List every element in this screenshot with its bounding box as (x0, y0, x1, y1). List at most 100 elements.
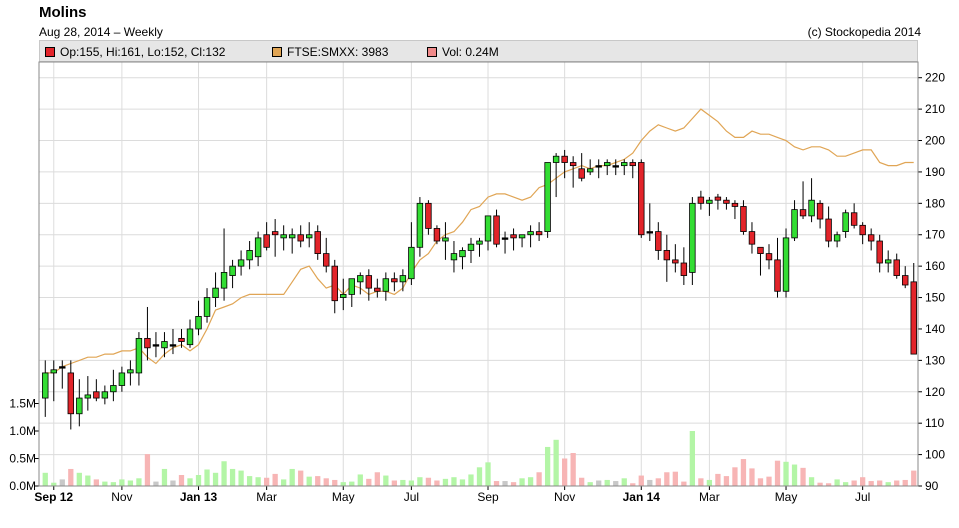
candle-body (859, 224, 866, 236)
candle-body (425, 202, 432, 229)
candle-body (391, 278, 398, 283)
volume-bar (408, 480, 415, 486)
candle-body (467, 243, 475, 251)
x-tick-label: Mar (256, 490, 277, 504)
candle-body (561, 155, 568, 163)
volume-tick-label: 0.0M (9, 479, 36, 493)
volume-bar (417, 477, 423, 486)
candle-body (655, 231, 662, 251)
volume-bar (842, 482, 849, 486)
volume-bar (110, 482, 117, 486)
volume-bar (868, 481, 874, 486)
volume-bar (349, 481, 355, 486)
candle-body (791, 209, 798, 239)
candle-body (340, 294, 347, 298)
volume-bar (493, 481, 500, 486)
volume-tick-label: 1.5M (9, 397, 36, 411)
volume-bar (766, 476, 772, 486)
candle-body (799, 209, 807, 217)
candle-body (459, 250, 466, 258)
volume-bar (800, 467, 806, 486)
volume-bar (212, 472, 219, 486)
candle-body (382, 278, 390, 292)
candle-body (621, 162, 628, 167)
volume-bar (425, 477, 432, 486)
volume-bar (374, 472, 380, 486)
volume-bar (672, 471, 678, 486)
volume-bar (485, 462, 491, 486)
volume-bar (340, 482, 346, 486)
volume-bar (76, 472, 82, 486)
price-chart: 90 100 110 120 130 140 150 160 170 180 190 200 210 22… (9, 61, 945, 504)
candle-body (229, 265, 236, 276)
price-tick-label: 210 (925, 102, 945, 116)
x-tick-label: Nov (554, 490, 575, 504)
volume-bar (553, 439, 559, 486)
volume-bar (42, 472, 48, 486)
candle-body (910, 281, 917, 355)
candle-body (884, 259, 892, 264)
candle-body (680, 262, 688, 276)
volume-bar (298, 470, 304, 486)
candle-body (399, 275, 407, 283)
candle-body (220, 272, 228, 289)
candle-body (586, 168, 594, 173)
volume-bar (774, 460, 781, 486)
candle-body (484, 215, 492, 242)
candle-body (867, 234, 875, 242)
candle-body (246, 250, 253, 261)
candle-body (118, 372, 126, 386)
volume-bar (391, 480, 397, 486)
volume-bar (885, 482, 891, 486)
candle-body (161, 341, 168, 349)
x-tick-label: Sep 12 (34, 490, 73, 504)
candle-body (178, 337, 185, 342)
volume-bar (468, 474, 474, 486)
volume-bar (902, 479, 908, 486)
candle-body (501, 237, 509, 240)
price-tick-label: 110 (925, 416, 944, 430)
candle-body (323, 253, 330, 267)
candle-body (280, 234, 287, 239)
volume-bar (366, 478, 372, 486)
candle-body (595, 165, 602, 168)
candle-body (714, 196, 722, 201)
candle-body (84, 394, 92, 399)
candle-body (305, 234, 313, 239)
volume-bar (723, 476, 730, 486)
volume-bar (119, 479, 125, 486)
price-tick-label: 180 (925, 196, 945, 210)
volume-bar (442, 478, 449, 486)
volume-bar (178, 475, 185, 486)
candle-body (731, 202, 739, 207)
candle-body (169, 344, 177, 347)
volume-bar (681, 481, 687, 486)
volume-bar (706, 479, 713, 486)
candle-body (765, 253, 773, 261)
volume-bar (613, 481, 619, 486)
candle-body (518, 234, 526, 239)
price-tick-label: 160 (925, 259, 945, 273)
volume-bar (459, 479, 466, 486)
price-tick-label: 220 (925, 71, 945, 85)
volume-bar (715, 473, 721, 486)
candle-body (442, 237, 449, 242)
candle-body (757, 246, 764, 254)
candle-body (510, 234, 517, 239)
volume-bar (647, 479, 653, 486)
volume-bar (834, 479, 840, 486)
volume-bar (732, 467, 738, 486)
candle-body (135, 337, 143, 374)
volume-bar (664, 472, 670, 486)
volume-bar (510, 482, 517, 486)
x-tick-label: Mar (699, 490, 720, 504)
volume-bar (383, 475, 389, 486)
x-tick-label: Jan 13 (180, 490, 218, 504)
candle-body (697, 196, 705, 204)
volume-bar (877, 480, 883, 486)
candle-body (42, 372, 49, 399)
candle-body (416, 202, 424, 248)
x-tick-label: Jul (404, 490, 419, 504)
candle-body (152, 344, 160, 347)
volume-bar (187, 478, 193, 486)
